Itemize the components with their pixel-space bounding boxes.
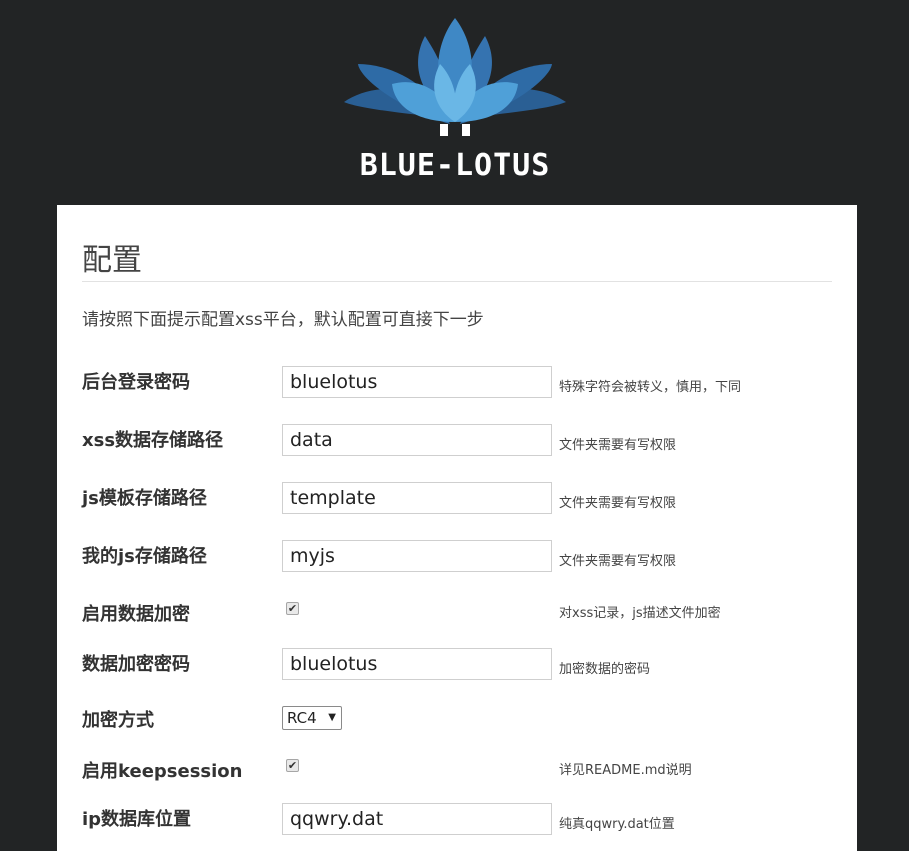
field-label: ip数据库位置 — [82, 809, 192, 830]
field-hint: 文件夹需要有写权限 — [559, 554, 677, 569]
field-hint: 文件夹需要有写权限 — [559, 438, 677, 453]
checkmark-icon: ✔ — [287, 759, 298, 772]
blue-lotus-logo: BLUE-LOTUS — [340, 14, 570, 190]
field-label: 我的js存储路径 — [82, 546, 207, 567]
logo-text: BLUE-LOTUS — [359, 148, 551, 183]
config-panel: 配置 请按照下面提示配置xss平台，默认配置可直接下一步 后台登录密码 特殊字符… — [57, 205, 857, 851]
field-label: 启用keepsession — [82, 761, 243, 782]
lotus-icon — [344, 18, 566, 136]
enable-keepsession-checkbox[interactable]: ✔ — [286, 759, 299, 772]
field-label: 后台登录密码 — [82, 372, 190, 393]
field-label: xss数据存储路径 — [82, 430, 224, 451]
enable-encryption-checkbox[interactable]: ✔ — [286, 602, 299, 615]
encryption-method-select[interactable]: RC4 ▼ — [282, 706, 342, 730]
select-value: RC4 — [287, 709, 317, 727]
header: BLUE-LOTUS — [0, 0, 909, 205]
field-hint: 纯真qqwry.dat位置 — [559, 817, 675, 832]
my-js-path-input[interactable] — [282, 540, 552, 572]
field-hint: 对xss记录，js描述文件加密 — [559, 606, 721, 621]
checkmark-icon: ✔ — [287, 602, 298, 615]
field-label: js模板存储路径 — [82, 488, 207, 509]
title-divider — [82, 281, 832, 282]
field-hint: 加密数据的密码 — [559, 662, 651, 677]
field-hint: 详见README.md说明 — [559, 763, 692, 778]
field-label: 数据加密密码 — [82, 654, 190, 675]
field-hint: 特殊字符会被转义，慎用，下同 — [559, 380, 742, 395]
chevron-down-icon: ▼ — [328, 712, 336, 723]
encryption-password-input[interactable] — [282, 648, 552, 680]
field-label: 启用数据加密 — [82, 604, 190, 625]
page-title: 配置 — [82, 243, 142, 278]
ip-database-input[interactable] — [282, 803, 552, 835]
admin-password-input[interactable] — [282, 366, 552, 398]
field-hint: 文件夹需要有写权限 — [559, 496, 677, 511]
field-label: 加密方式 — [82, 710, 154, 731]
intro-text: 请按照下面提示配置xss平台，默认配置可直接下一步 — [82, 310, 484, 330]
js-template-path-input[interactable] — [282, 482, 552, 514]
xss-data-path-input[interactable] — [282, 424, 552, 456]
